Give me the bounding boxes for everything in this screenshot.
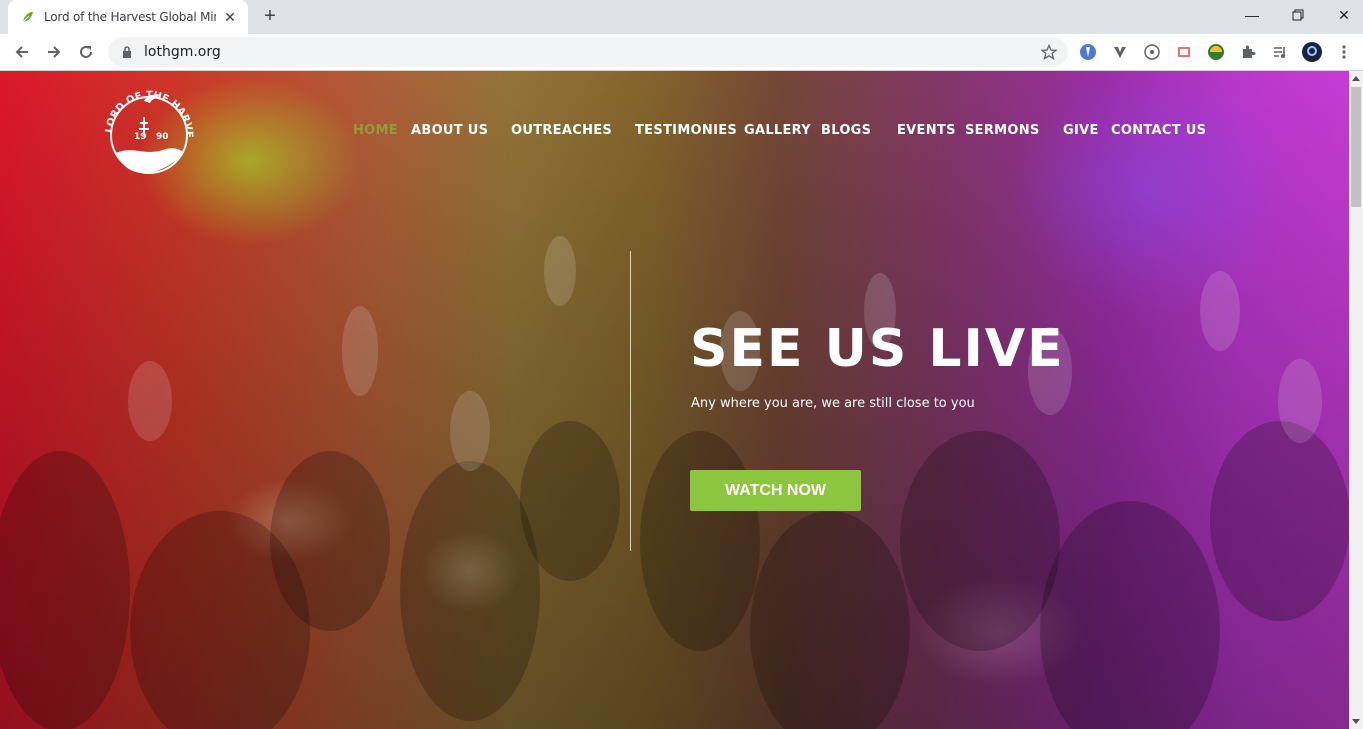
lock-icon[interactable] bbox=[120, 45, 134, 59]
new-tab-button[interactable]: + bbox=[259, 5, 281, 27]
nav-blogs[interactable]: BLOGS bbox=[821, 123, 871, 138]
extension-2-icon[interactable] bbox=[1110, 42, 1130, 62]
back-arrow-icon[interactable] bbox=[10, 40, 34, 64]
nav-give[interactable]: GIVE bbox=[1063, 123, 1099, 138]
tab-title: Lord of the Harvest Global Minist bbox=[44, 10, 216, 24]
url-text: lothgm.org bbox=[144, 44, 221, 60]
nav-sermons[interactable]: SERMONS bbox=[965, 123, 1040, 138]
page-scrollbar[interactable] bbox=[1349, 71, 1363, 729]
reload-icon[interactable] bbox=[74, 40, 98, 64]
profile-avatar-icon[interactable] bbox=[1302, 42, 1322, 62]
hand-icon bbox=[116, 148, 184, 173]
nav-gallery[interactable]: GALLERY bbox=[744, 123, 811, 138]
nav-events[interactable]: EVENTS bbox=[897, 123, 956, 138]
hero-section: LORD OF THE HARVEST 19 90 HOME ABOUT US … bbox=[0, 71, 1349, 729]
scroll-up-arrow-icon[interactable] bbox=[1349, 71, 1363, 85]
hero-title: SEE US LIVE bbox=[690, 319, 1065, 379]
nav-about-us[interactable]: ABOUT US bbox=[411, 123, 488, 138]
extension-4-icon[interactable] bbox=[1174, 42, 1194, 62]
scrollbar-thumb[interactable] bbox=[1351, 87, 1361, 207]
nav-outreaches[interactable]: OUTREACHES bbox=[511, 123, 612, 138]
window-close-button[interactable]: ✕ bbox=[1321, 0, 1363, 30]
window-restore-button[interactable] bbox=[1275, 0, 1321, 30]
scroll-down-arrow-icon[interactable] bbox=[1349, 715, 1363, 729]
browser-tab-strip: Lord of the Harvest Global Minist ✕ + — … bbox=[0, 0, 1363, 34]
watch-now-button[interactable]: WATCH NOW bbox=[690, 470, 861, 511]
hero-shade bbox=[0, 71, 1349, 729]
media-control-icon[interactable] bbox=[1270, 42, 1290, 62]
extension-3-icon[interactable] bbox=[1142, 42, 1162, 62]
nav-testimonies[interactable]: TESTIMONIES bbox=[635, 123, 737, 138]
close-tab-icon[interactable]: ✕ bbox=[222, 9, 238, 25]
address-bar[interactable]: lothgm.org bbox=[108, 37, 1068, 67]
nav-home[interactable]: HOME bbox=[353, 123, 398, 138]
star-icon[interactable] bbox=[1040, 43, 1058, 61]
nav-contact-us[interactable]: CONTACT US bbox=[1111, 123, 1206, 138]
forward-arrow-icon[interactable] bbox=[42, 40, 66, 64]
extension-1-icon[interactable] bbox=[1078, 42, 1098, 62]
main-navigation: HOME ABOUT US OUTREACHES TESTIMONIES GAL… bbox=[0, 123, 1349, 143]
browser-tab[interactable]: Lord of the Harvest Global Minist ✕ bbox=[8, 0, 248, 34]
site-favicon-icon bbox=[20, 9, 36, 25]
extensions-icon[interactable] bbox=[1238, 42, 1258, 62]
hero-divider bbox=[630, 251, 631, 551]
extension-5-icon[interactable] bbox=[1206, 42, 1226, 62]
hero-subtitle: Any where you are, we are still close to… bbox=[691, 396, 975, 411]
window-minimize-button[interactable]: — bbox=[1229, 0, 1275, 30]
browser-menu-icon[interactable] bbox=[1334, 42, 1354, 62]
